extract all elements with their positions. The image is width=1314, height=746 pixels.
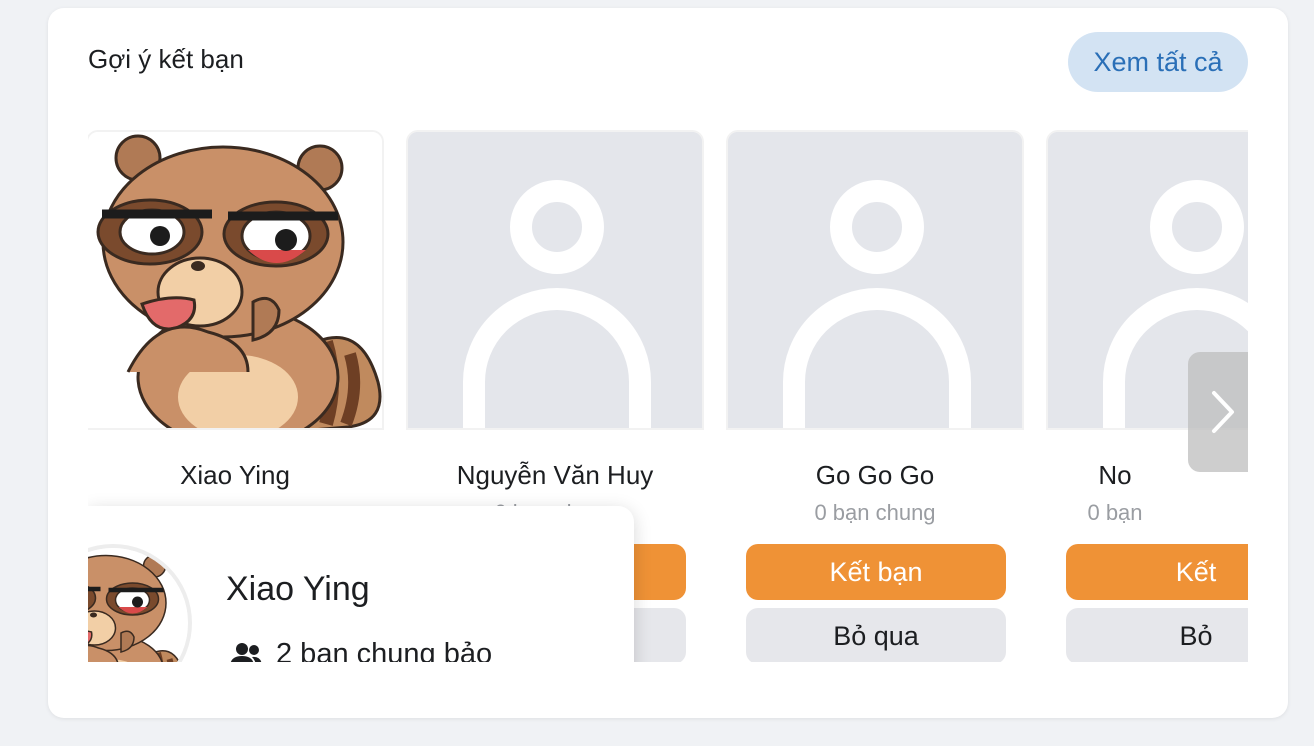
skip-button[interactable]: Bỏ qua: [746, 608, 1006, 662]
chevron-right-icon: [1212, 391, 1234, 433]
hover-card-avatar[interactable]: [88, 548, 188, 662]
raccoon-sticker-image: [88, 132, 384, 430]
hover-card-mutual: 2 bạn chung bảo: [230, 638, 492, 662]
raccoon-sticker-image: [88, 548, 188, 662]
skip-button[interactable]: Bỏ: [1066, 608, 1248, 662]
placeholder-avatar-icon: [408, 132, 704, 430]
placeholder-avatar-icon: [728, 132, 1024, 430]
mutual-friends-count: 0 bạn: [1087, 500, 1143, 525]
add-friend-button[interactable]: Kết: [1066, 544, 1248, 600]
avatar[interactable]: [88, 130, 384, 430]
section-title: Gợi ý kết bạn: [88, 44, 244, 74]
avatar[interactable]: [726, 130, 1024, 430]
carousel-next-button[interactable]: [1188, 352, 1248, 472]
hover-card-name[interactable]: Xiao Ying: [226, 570, 370, 609]
friends-icon: [230, 642, 262, 662]
suggestion-name[interactable]: Nguyễn Văn Huy: [406, 460, 704, 491]
suggestion-name[interactable]: Xiao Ying: [88, 460, 384, 491]
suggestions-carousel[interactable]: Xiao Ying Nguyễn Văn Huy 0 bạn chung Kết…: [88, 126, 1248, 662]
add-friend-button[interactable]: Kết bạn: [746, 544, 1006, 600]
friend-suggestions-card: Gợi ý kết bạn Xem tất cả Xiao Ying Nguyễ…: [48, 8, 1288, 718]
hover-card-mutual-text: 2 bạn chung bảo: [276, 638, 493, 662]
avatar[interactable]: [406, 130, 704, 430]
profile-hover-card[interactable]: Xiao Ying 2 bạn chung bảo: [88, 506, 634, 662]
see-all-button[interactable]: Xem tất cả: [1068, 32, 1248, 92]
suggestion-card: Go Go Go 0 bạn chung Kết bạn Bỏ qua: [726, 130, 1024, 662]
